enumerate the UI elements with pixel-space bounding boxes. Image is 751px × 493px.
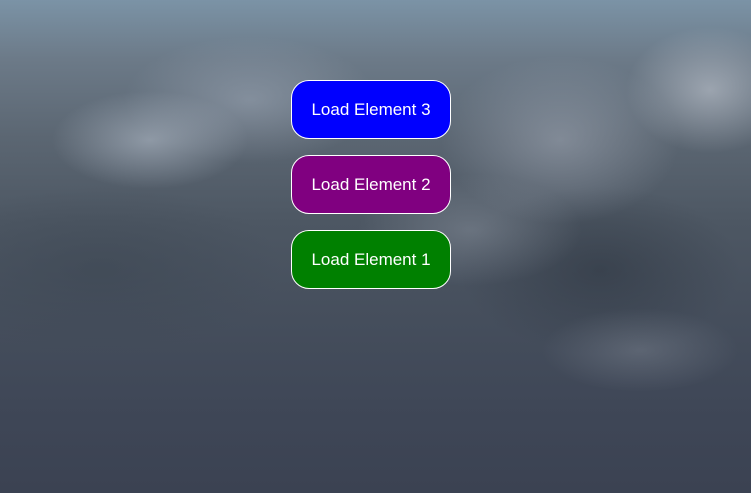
- button-stack: Load Element 3 Load Element 2 Load Eleme…: [291, 80, 451, 289]
- load-element-1-button[interactable]: Load Element 1: [291, 230, 451, 289]
- load-element-2-button[interactable]: Load Element 2: [291, 155, 451, 214]
- load-element-3-button[interactable]: Load Element 3: [291, 80, 451, 139]
